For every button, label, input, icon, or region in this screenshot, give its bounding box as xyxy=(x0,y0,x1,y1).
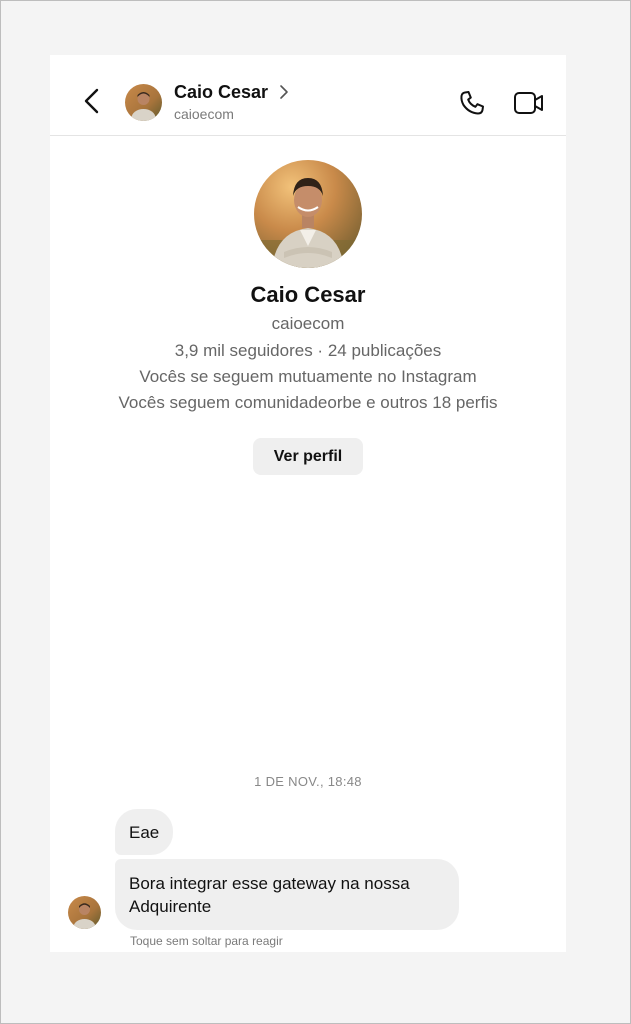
phone-icon xyxy=(460,91,484,115)
call-button[interactable] xyxy=(458,89,486,117)
profile-mutual-follow: Vocês se seguem mutuamente no Instagram xyxy=(139,367,477,386)
avatar[interactable] xyxy=(125,84,162,121)
profile-avatar[interactable] xyxy=(254,160,362,268)
sender-avatar[interactable] xyxy=(68,896,101,929)
chat-header: Caio Cesar caioecom xyxy=(50,55,566,136)
profile-name: Caio Cesar xyxy=(250,282,366,307)
video-call-button[interactable] xyxy=(513,90,545,116)
chat-panel: Caio Cesar caioecom Caio Cesar caioecom … xyxy=(50,55,566,952)
chevron-right-icon xyxy=(280,85,288,99)
profile-following-info: Vocês seguem comunidadeorbe e outros 18 … xyxy=(118,393,498,412)
message-timestamp: 1 DE NOV., 18:48 xyxy=(254,774,362,789)
back-button[interactable] xyxy=(80,87,104,115)
profile-username: caioecom xyxy=(271,314,345,333)
header-username: caioecom xyxy=(174,106,234,122)
profile-stats: 3,9 mil seguidores · 24 publicações xyxy=(174,341,442,360)
back-arrow-icon xyxy=(84,88,99,114)
video-camera-icon xyxy=(514,92,543,114)
header-contact-name[interactable]: Caio Cesar xyxy=(174,82,268,103)
message-bubble[interactable]: Bora integrar esse gateway na nossa Adqu… xyxy=(115,859,459,930)
view-profile-button[interactable]: Ver perfil xyxy=(253,438,363,475)
reaction-hint: Toque sem soltar para reagir xyxy=(130,934,283,948)
message-bubble[interactable]: Eae xyxy=(115,809,174,855)
